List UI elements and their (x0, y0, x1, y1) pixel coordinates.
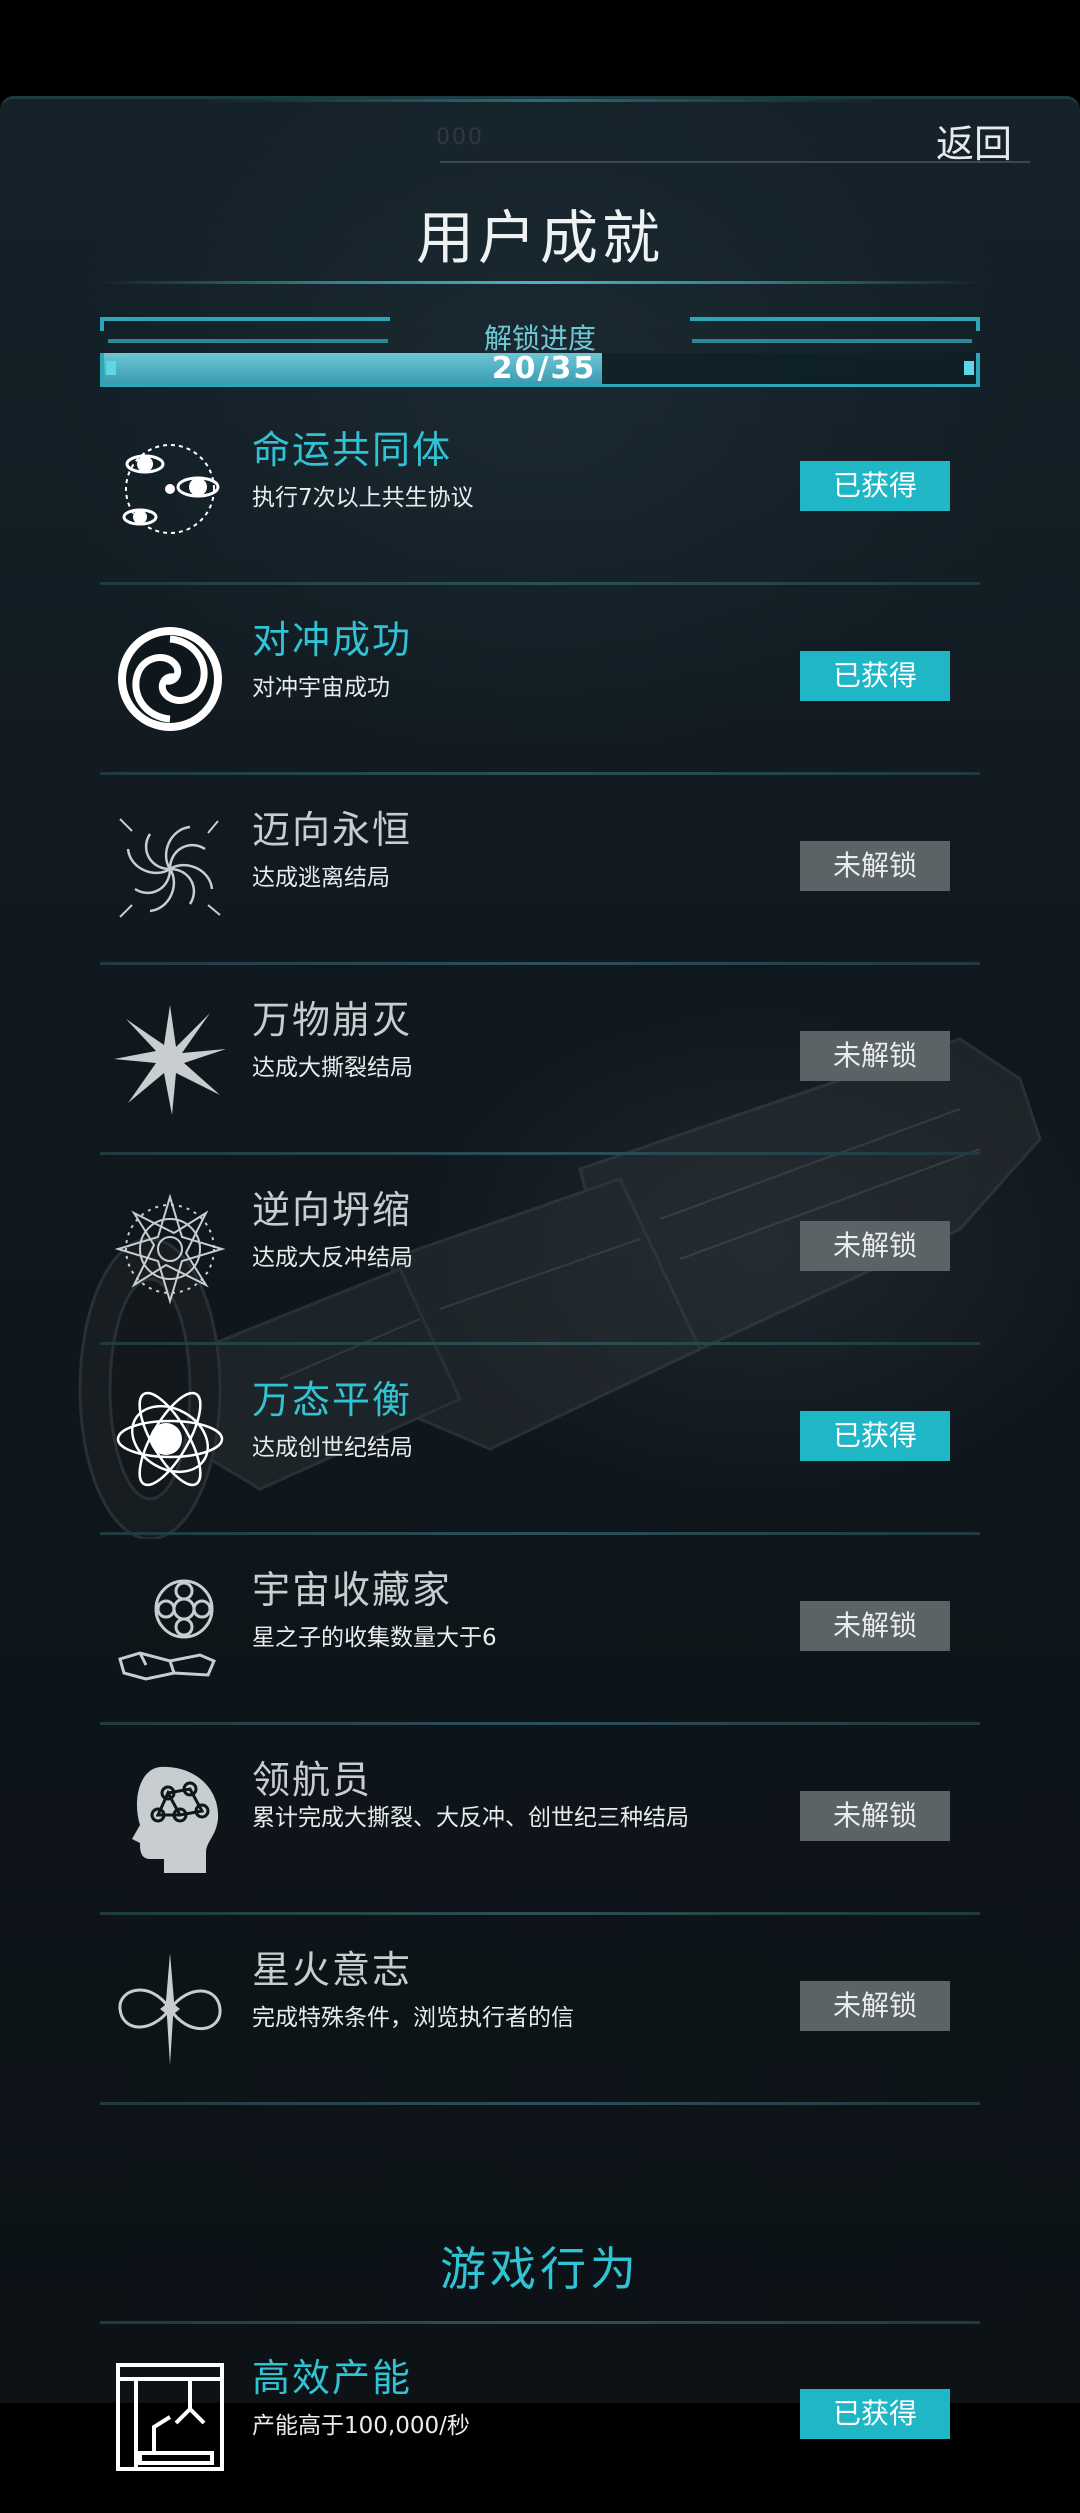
achievement-name: 逆向坍缩 (252, 1188, 413, 1232)
achievement-item: 万物崩灭达成大撕裂结局 未解锁 (100, 965, 980, 1155)
achievement-description: 执行7次以上共生协议 (252, 485, 474, 511)
achievement-item: 命运共同体执行7次以上共生协议 已获得 (100, 395, 980, 585)
starburst-icon (110, 999, 230, 1119)
item-divider (100, 2102, 980, 2105)
achievement-item: 高效产能产能高于100,000/秒 已获得 (100, 2323, 980, 2513)
page-title: 用户成就 (415, 204, 664, 272)
status-badge-locked: 未解锁 (800, 1601, 950, 1651)
screen: 000 返回 用户成就 解锁进度 20/35 命运共同体 执行7次以上共生协议 … (0, 0, 1080, 2471)
status-badge-obtained: 已获得 (800, 1411, 950, 1461)
swirl-circle-icon (110, 619, 230, 739)
achievement-item: 星火意志完成特殊条件，浏览执行者的信 未解锁 (100, 1915, 980, 2105)
achievement-description: 达成创世纪结局 (252, 1435, 413, 1461)
achievement-description: 星之子的收集数量大于6 (252, 1625, 497, 1651)
status-badge-obtained: 已获得 (800, 461, 950, 511)
vortex-icon (110, 809, 230, 929)
achievement-name: 宇宙收藏家 (252, 1568, 453, 1612)
progress-count: 20/35 (491, 351, 597, 386)
achievement-name: 迈向永恒 (252, 808, 413, 852)
panel-top-glow (200, 99, 880, 102)
section-title: 游戏行为 (440, 2242, 640, 2296)
unlock-progress: 解锁进度 20/35 (100, 317, 980, 389)
achievement-name: 命运共同体 (252, 428, 453, 472)
atom-icon (110, 1379, 230, 1499)
status-badge-locked: 未解锁 (800, 841, 950, 891)
progress-cap-right (964, 361, 974, 375)
orbit-planets-icon (110, 429, 230, 549)
achievement-item: 万态平衡达成创世纪结局 已获得 (100, 1345, 980, 1535)
achievement-name: 万物崩灭 (252, 998, 413, 1042)
achievement-panel: 000 返回 用户成就 解锁进度 20/35 命运共同体 执行7次以上共生协议 … (0, 96, 1080, 2471)
achievement-item: 逆向坍缩达成大反冲结局 未解锁 (100, 1155, 980, 1345)
status-badge-locked: 未解锁 (800, 1221, 950, 1271)
achievement-item: 宇宙收藏家星之子的收集数量大于6 未解锁 (100, 1535, 980, 1725)
brain-head-icon (110, 1759, 230, 1879)
title-divider (100, 281, 980, 284)
achievement-item: 迈向永恒达成逃离结局 未解锁 (100, 775, 980, 965)
achievement-name: 对冲成功 (252, 618, 413, 662)
collector-icon (110, 1569, 230, 1689)
achievement-description: 产能高于100,000/秒 (252, 2413, 470, 2439)
factory-arm-icon (110, 2357, 230, 2477)
status-badge-obtained: 已获得 (800, 651, 950, 701)
progress-bar: 20/35 (100, 351, 980, 387)
achievement-name: 领航员 (252, 1758, 373, 1802)
achievement-description: 达成大反冲结局 (252, 1245, 413, 1271)
status-badge-locked: 未解锁 (800, 1981, 950, 2031)
achievement-description: 累计完成大撕裂、大反冲、创世纪三种结局 (252, 1805, 689, 1831)
status-badge-locked: 未解锁 (800, 1791, 950, 1841)
mandala-icon (110, 1189, 230, 1309)
back-button[interactable]: 返回 (936, 113, 1012, 168)
achievement-name: 星火意志 (252, 1948, 413, 1992)
achievement-item: 对冲成功对冲宇宙成功 已获得 (100, 585, 980, 775)
achievement-description: 对冲宇宙成功 (252, 675, 390, 701)
achievement-description: 达成逃离结局 (252, 865, 390, 891)
achievement-name: 万态平衡 (252, 1378, 413, 1422)
achievement-name: 高效产能 (252, 2356, 413, 2400)
status-badge-obtained: 已获得 (800, 2389, 950, 2439)
status-badge-locked: 未解锁 (800, 1031, 950, 1081)
faint-header-text: 000 (436, 125, 484, 150)
achievement-item: 领航员累计完成大撕裂、大反冲、创世纪三种结局 未解锁 (100, 1725, 980, 1915)
achievement-description: 达成大撕裂结局 (252, 1055, 413, 1081)
progress-cap-left (106, 361, 116, 375)
achievement-description: 完成特殊条件，浏览执行者的信 (252, 2005, 574, 2031)
infinity-star-icon (110, 1949, 230, 2069)
